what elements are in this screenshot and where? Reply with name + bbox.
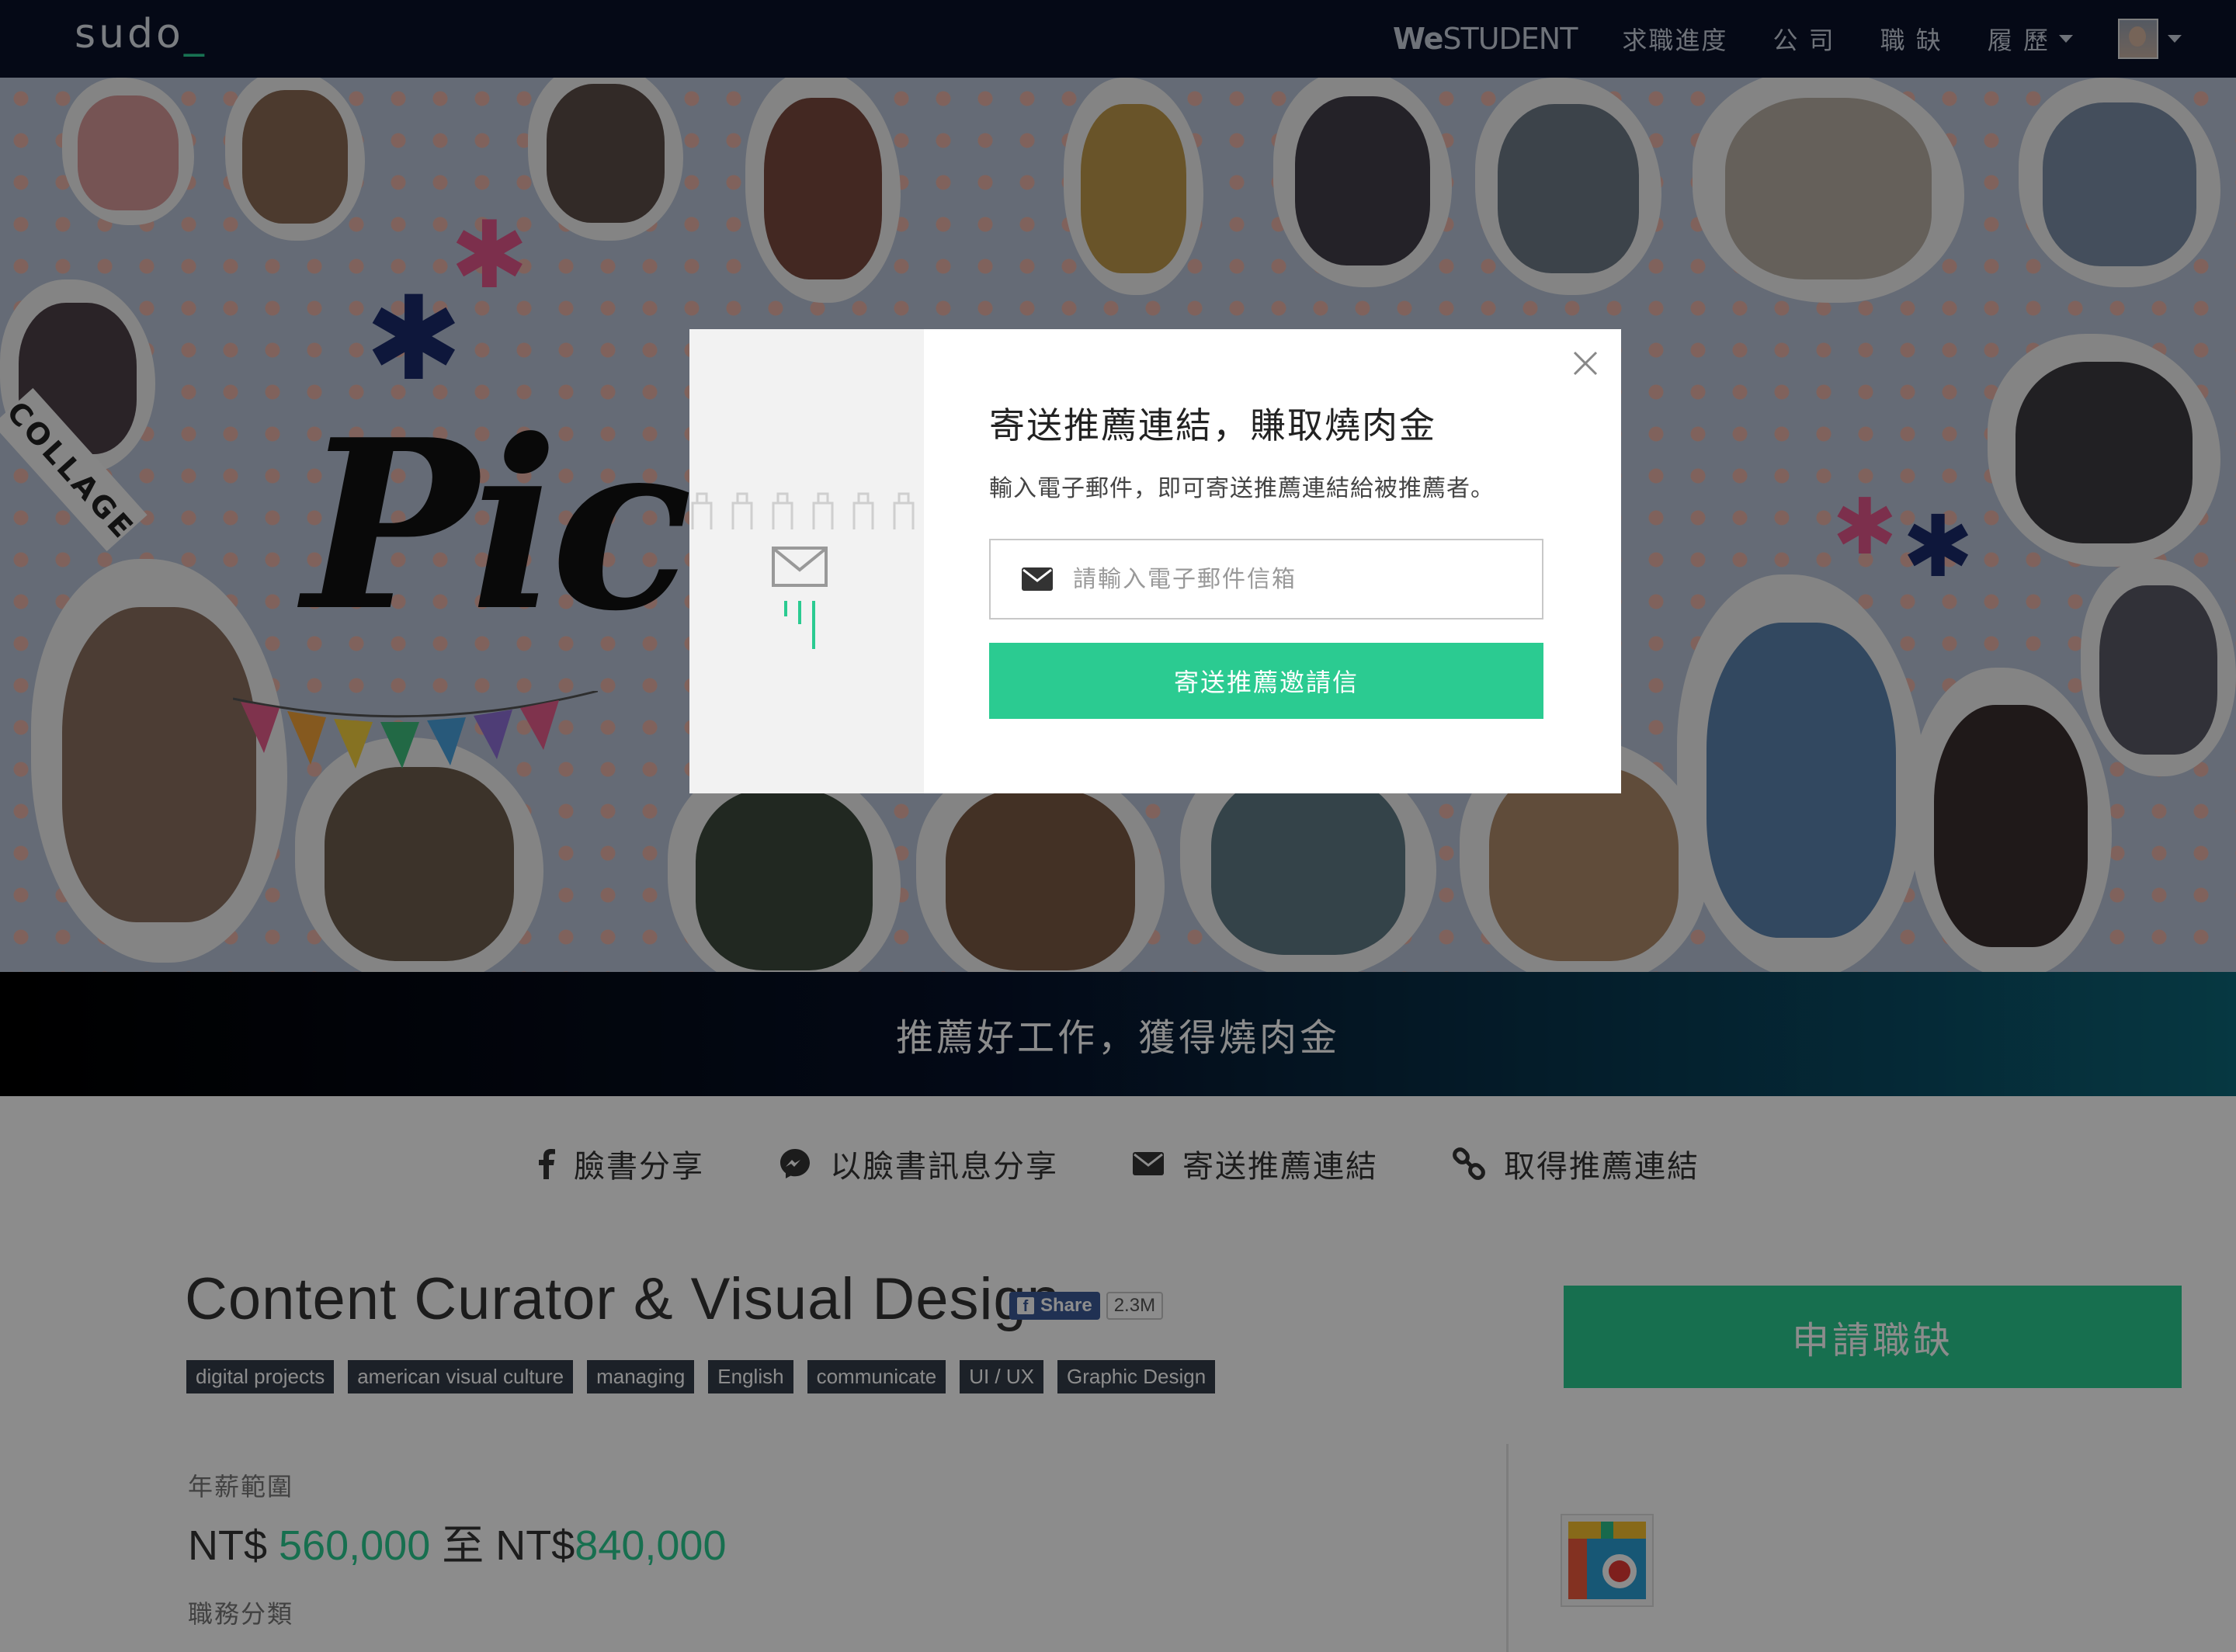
modal-subtitle: 輸入電子郵件，即可寄送推薦連結給被推薦者。 (989, 475, 1495, 502)
referral-modal: 寄送推薦連結，賺取燒肉金 輸入電子郵件，即可寄送推薦連結給被推薦者。 寄送推薦邀… (689, 329, 1621, 793)
mailbox-row-illustration (691, 492, 915, 529)
send-invite-button[interactable]: 寄送推薦邀請信 (989, 643, 1543, 719)
modal-body: 寄送推薦連結，賺取燒肉金 輸入電子郵件，即可寄送推薦連結給被推薦者。 寄送推薦邀… (924, 329, 1621, 793)
email-field[interactable] (989, 539, 1543, 620)
envelope-icon (1022, 567, 1053, 591)
modal-backdrop[interactable] (0, 0, 2236, 1652)
modal-illustration (689, 329, 924, 793)
email-input[interactable] (1071, 564, 1509, 594)
modal-title: 寄送推薦連結，賺取燒肉金 (989, 404, 1436, 446)
envelope-icon (772, 547, 828, 649)
close-icon[interactable] (1570, 348, 1601, 379)
